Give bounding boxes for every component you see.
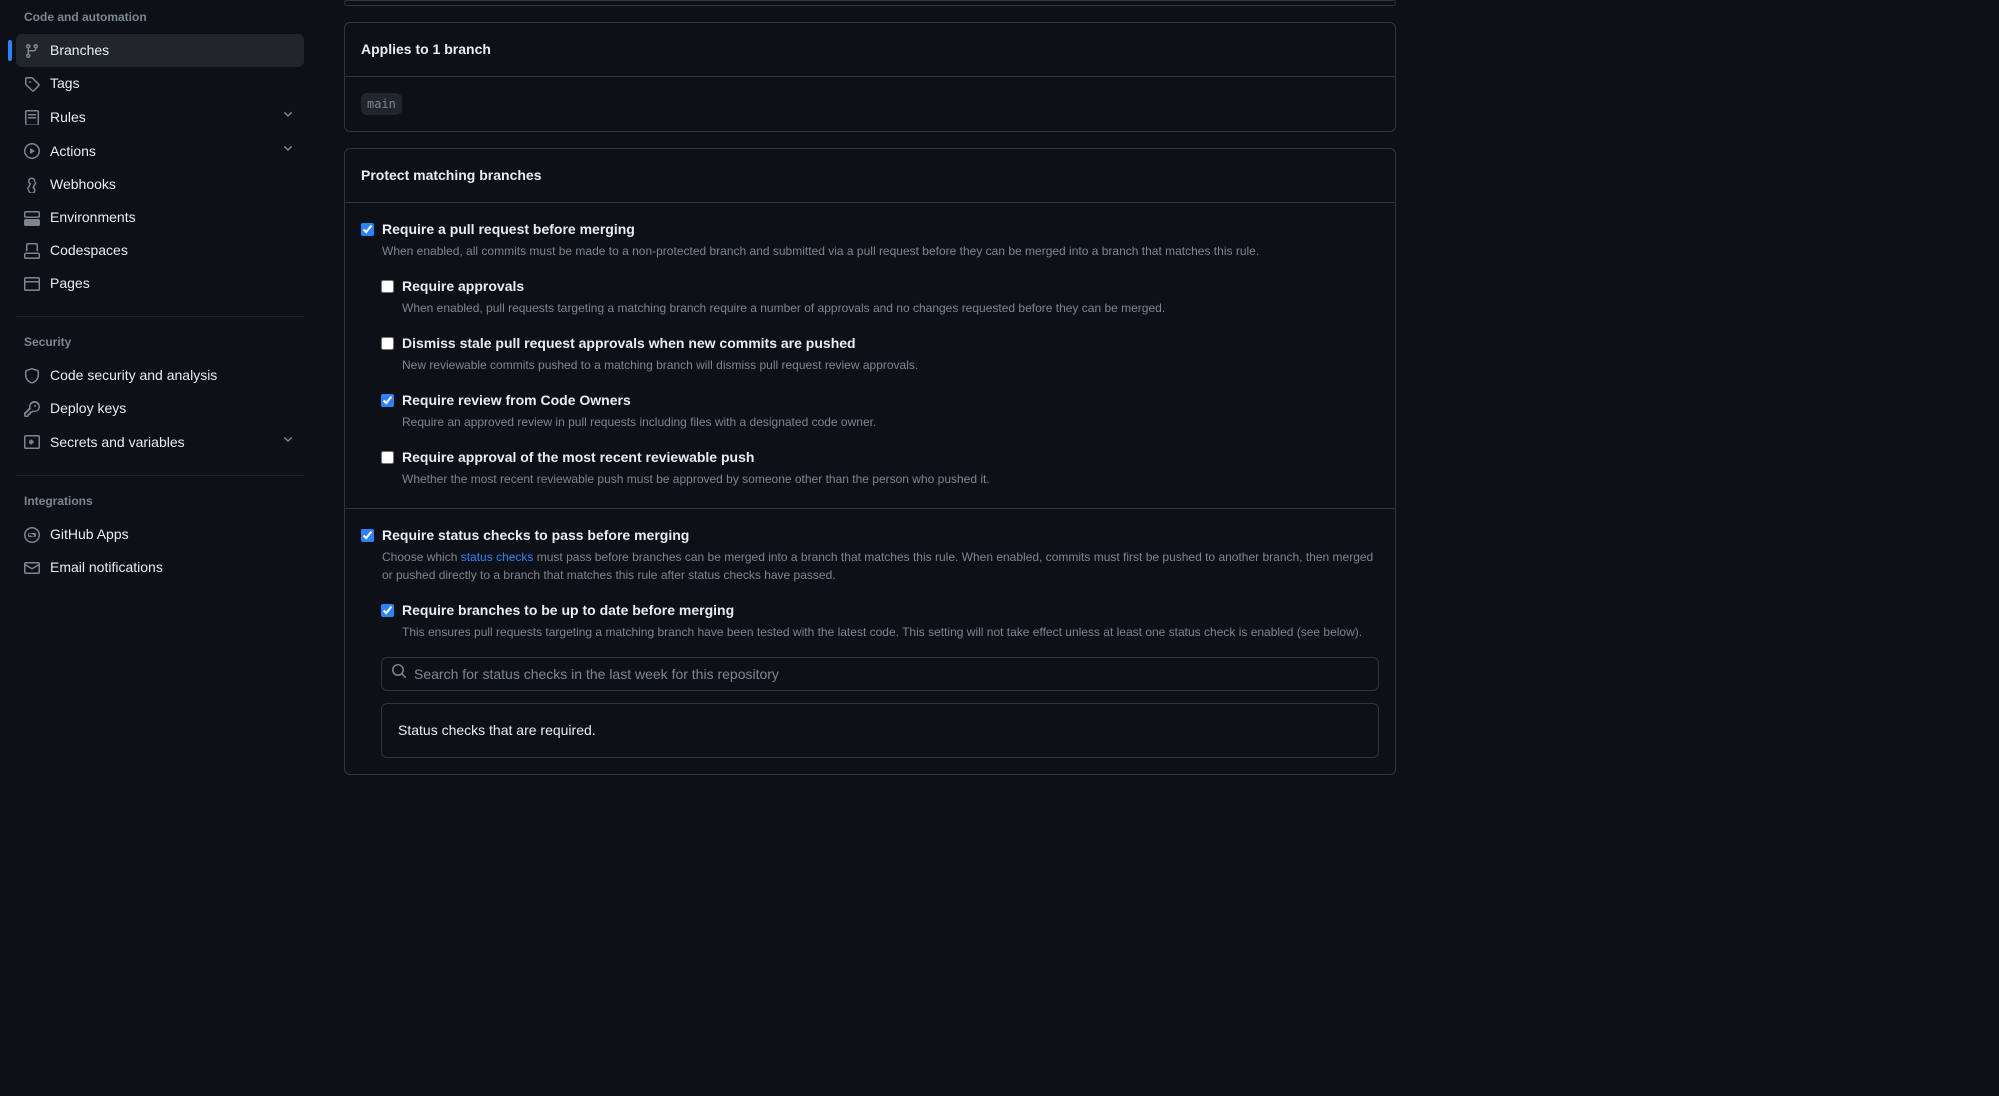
sidebar-item-code-security[interactable]: Code security and analysis	[16, 359, 304, 392]
panel-sliver	[344, 0, 1396, 6]
checkbox-branches-up-to-date[interactable]	[381, 604, 394, 617]
sidebar-item-deploy-keys[interactable]: Deploy keys	[16, 392, 304, 425]
rule-desc: When enabled, pull requests targeting a …	[402, 299, 1379, 317]
branch-icon	[24, 43, 40, 59]
divider	[16, 475, 304, 476]
status-checks-link[interactable]: status checks	[461, 550, 534, 564]
rule-desc: New reviewable commits pushed to a match…	[402, 356, 1379, 374]
section-header-integrations: Integrations	[16, 484, 304, 518]
asterisk-icon	[24, 434, 40, 450]
search-icon	[391, 663, 407, 685]
divider	[16, 316, 304, 317]
rule-title: Require approvals	[402, 276, 1379, 297]
checkbox-most-recent-push[interactable]	[381, 451, 394, 464]
rule-desc: Require an approved review in pull reque…	[402, 413, 1379, 431]
protect-heading: Protect matching branches	[345, 149, 1395, 202]
nav-label: Environments	[50, 207, 296, 228]
nav-label: Webhooks	[50, 174, 296, 195]
webhook-icon	[24, 177, 40, 193]
sidebar-item-webhooks[interactable]: Webhooks	[16, 168, 304, 201]
chevron-down-icon	[280, 140, 296, 162]
rules-icon	[24, 109, 40, 125]
desc-prefix: Choose which	[382, 550, 461, 564]
rule-desc: Whether the most recent reviewable push …	[402, 470, 1379, 488]
server-icon	[24, 210, 40, 226]
sidebar-item-actions[interactable]: Actions	[16, 134, 304, 168]
nav-label: Rules	[50, 107, 270, 128]
section-header-security: Security	[16, 325, 304, 359]
checkbox-dismiss-stale[interactable]	[381, 337, 394, 350]
sidebar-item-github-apps[interactable]: GitHub Apps	[16, 518, 304, 551]
status-check-search-input[interactable]	[381, 657, 1379, 691]
checkbox-require-approvals[interactable]	[381, 280, 394, 293]
nav-label: Branches	[50, 40, 296, 61]
hubot-icon	[24, 527, 40, 543]
mail-icon	[24, 560, 40, 576]
nav-label: Code security and analysis	[50, 365, 296, 386]
sidebar-item-branches[interactable]: Branches	[16, 34, 304, 67]
rule-title: Require a pull request before merging	[382, 219, 1379, 240]
checkbox-code-owners[interactable]	[381, 394, 394, 407]
sidebar-item-tags[interactable]: Tags	[16, 67, 304, 100]
sidebar-item-environments[interactable]: Environments	[16, 201, 304, 234]
nav-label: Pages	[50, 273, 296, 294]
nav-label: Deploy keys	[50, 398, 296, 419]
applies-to-panel: Applies to 1 branch main	[344, 22, 1396, 132]
sidebar-item-secrets[interactable]: Secrets and variables	[16, 425, 304, 459]
chevron-down-icon	[280, 431, 296, 453]
applies-to-title: Applies to 1 branch	[345, 23, 1395, 76]
protect-panel: Protect matching branches Require a pull…	[344, 148, 1396, 775]
play-icon	[24, 143, 40, 159]
rule-desc: This ensures pull requests targeting a m…	[402, 623, 1379, 641]
section-header-code-automation: Code and automation	[16, 0, 304, 34]
rule-title: Require approval of the most recent revi…	[402, 447, 1379, 468]
rule-desc: When enabled, all commits must be made t…	[382, 242, 1379, 260]
branch-tag: main	[361, 93, 402, 115]
shield-icon	[24, 368, 40, 384]
sidebar-item-rules[interactable]: Rules	[16, 100, 304, 134]
nav-label: Email notifications	[50, 557, 296, 578]
sidebar-item-codespaces[interactable]: Codespaces	[16, 234, 304, 267]
rule-title: Dismiss stale pull request approvals whe…	[402, 333, 1379, 354]
rule-title: Require status checks to pass before mer…	[382, 525, 1379, 546]
browser-icon	[24, 276, 40, 292]
nav-label: Secrets and variables	[50, 432, 270, 453]
nav-label: GitHub Apps	[50, 524, 296, 545]
sidebar-item-pages[interactable]: Pages	[16, 267, 304, 300]
tag-icon	[24, 76, 40, 92]
checkbox-require-pr[interactable]	[361, 223, 374, 236]
nav-label: Actions	[50, 141, 270, 162]
sidebar-item-email-notifications[interactable]: Email notifications	[16, 551, 304, 584]
rule-desc: Choose which status checks must pass bef…	[382, 548, 1379, 584]
nav-label: Tags	[50, 73, 296, 94]
nav-label: Codespaces	[50, 240, 296, 261]
codespaces-icon	[24, 243, 40, 259]
status-checks-required: Status checks that are required.	[381, 703, 1379, 758]
rule-title: Require review from Code Owners	[402, 390, 1379, 411]
key-icon	[24, 401, 40, 417]
chevron-down-icon	[280, 106, 296, 128]
checkbox-status-checks[interactable]	[361, 529, 374, 542]
sidebar: Code and automation Branches Tags Rules	[0, 0, 320, 1096]
rule-title: Require branches to be up to date before…	[402, 600, 1379, 621]
main-content: Applies to 1 branch main Protect matchin…	[320, 0, 1420, 1096]
